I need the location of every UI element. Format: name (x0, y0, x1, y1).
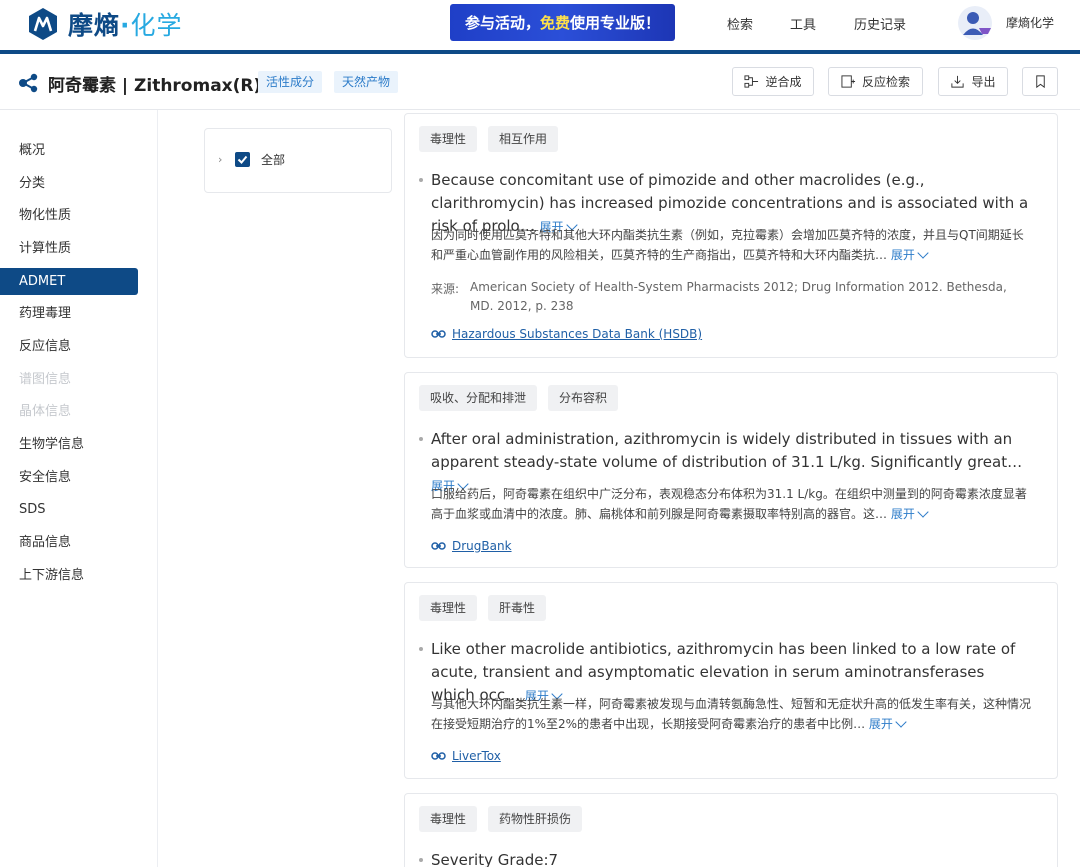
entry-text-zh: 口服给药后，阿奇霉素在组织中广泛分布，表观稳态分布体积为31.1 L/kg。在组… (431, 487, 1027, 521)
retrosynthesis-button[interactable]: 逆合成 (732, 67, 814, 96)
category-tag: 毒理性 (419, 806, 478, 832)
reaction-search-button[interactable]: 反应检索 (828, 67, 923, 96)
sidebar-item-admet[interactable]: ADMET (0, 268, 138, 295)
expand-link[interactable]: 展开 (891, 506, 929, 521)
sidebar-item-reactions[interactable]: 反应信息 (0, 333, 138, 360)
user-name[interactable]: 摩熵化学 (1006, 14, 1054, 31)
filter-label-all[interactable]: 全部 (261, 151, 285, 168)
user-avatar[interactable] (958, 6, 992, 40)
chevron-down-icon (895, 716, 907, 728)
nav-tools[interactable]: 工具 (790, 14, 816, 33)
brand-logo[interactable]: 摩熵·化学 (26, 5, 183, 43)
category-tag: 相互作用 (488, 126, 559, 152)
chevron-down-icon (917, 247, 929, 259)
sidebar-item-biology[interactable]: 生物学信息 (0, 431, 138, 458)
chevron-right-icon[interactable]: › (218, 153, 222, 166)
nav-search[interactable]: 检索 (727, 14, 753, 33)
bullet-icon (419, 647, 423, 651)
source-label: 来源: (431, 282, 460, 296)
user-icon (963, 12, 991, 35)
category-tag: 吸收、分配和排泄 (419, 385, 538, 411)
sidebar-item-physchem[interactable]: 物化性质 (0, 202, 138, 229)
sidebar-item-products[interactable]: 商品信息 (0, 529, 138, 556)
tag-active-ingredient[interactable]: 活性成分 (258, 71, 323, 93)
retrosynthesis-icon (744, 75, 759, 88)
page-title: 阿奇霉素 | Zithromax(R) (48, 76, 262, 96)
sidebar-item-sds[interactable]: SDS (0, 496, 138, 523)
export-button[interactable]: 导出 (938, 67, 1008, 96)
sidebar-item-computed[interactable]: 计算性质 (0, 235, 138, 262)
reference-link[interactable]: DrugBank (431, 539, 512, 553)
bullet-icon (419, 437, 423, 441)
admet-card: 毒理性 药物性肝损伤 Severity Grade:7 (404, 793, 1058, 867)
category-filter: › 全部 (204, 128, 392, 193)
tag-natural-product[interactable]: 天然产物 (334, 71, 399, 93)
category-tag: 分布容积 (548, 385, 619, 411)
sidebar-item-classification[interactable]: 分类 (0, 170, 138, 197)
category-tag: 药物性肝损伤 (488, 806, 583, 832)
reference-link[interactable]: LiverTox (431, 749, 501, 763)
category-tag: 肝毒性 (488, 595, 547, 621)
compound-title-bar: 阿奇霉素 | Zithromax(R) 活性成分 天然产物 逆合成 反应检索 导… (0, 54, 1080, 110)
bookmark-icon (1035, 75, 1045, 89)
expand-link[interactable]: 展开 (891, 247, 929, 262)
expand-link[interactable]: 展开 (869, 716, 907, 731)
entry-text-en: Severity Grade:7 (431, 851, 559, 867)
check-icon (237, 155, 248, 164)
bullet-icon (419, 858, 423, 862)
all-checkbox[interactable] (235, 152, 250, 167)
sidebar-item-crystal: 晶体信息 (19, 404, 72, 419)
promo-banner[interactable]: 参与活动， 免费 使用专业版！ (450, 4, 675, 41)
bullet-icon (419, 178, 423, 182)
sidebar-item-pharmacology[interactable]: 药理毒理 (0, 300, 138, 327)
admet-card: 毒理性 肝毒性 Like other macrolide antibiotics… (404, 582, 1058, 779)
logo-icon (29, 8, 57, 40)
chevron-down-icon (917, 506, 929, 518)
link-icon (431, 542, 446, 550)
sidebar-item-spectra: 谱图信息 (19, 372, 72, 387)
admet-card: 吸收、分配和排泄 分布容积 After oral administration,… (404, 372, 1058, 568)
link-icon (431, 330, 446, 338)
sidebar-item-overview[interactable]: 概况 (0, 137, 138, 164)
category-tag: 毒理性 (419, 126, 478, 152)
sidebar-item-safety[interactable]: 安全信息 (0, 464, 138, 491)
admet-card: 毒理性 相互作用 Because concomitant use of pimo… (404, 113, 1058, 358)
section-sidebar: 概况 分类 物化性质 计算性质 ADMET 药理毒理 反应信息 谱图信息 晶体信… (0, 110, 158, 867)
reaction-search-icon (841, 75, 856, 88)
molecule-icon (19, 73, 38, 93)
reference-link[interactable]: Hazardous Substances Data Bank (HSDB) (431, 327, 702, 341)
entry-text-zh: 与其他大环内酯类抗生素一样，阿奇霉素被发现与血清转氨酶急性、短暂和无症状升高的低… (431, 697, 1032, 731)
top-navigation-bar: 摩熵·化学 参与活动， 免费 使用专业版！ 检索 工具 历史记录 摩熵化学 (0, 0, 1080, 50)
entry-text-zh: 因为同时使用匹莫齐特和其他大环内酯类抗生素（例如，克拉霉素）会增加匹莫齐特的浓度… (431, 228, 1024, 262)
source-citation: American Society of Health-System Pharma… (470, 280, 1007, 313)
logo-text: 摩熵·化学 (68, 11, 183, 40)
nav-history[interactable]: 历史记录 (854, 14, 906, 33)
bookmark-button[interactable] (1022, 67, 1058, 96)
sidebar-item-upstream-downstream[interactable]: 上下游信息 (0, 562, 138, 589)
link-icon (431, 752, 446, 760)
category-tag: 毒理性 (419, 595, 478, 621)
export-icon (951, 75, 965, 88)
